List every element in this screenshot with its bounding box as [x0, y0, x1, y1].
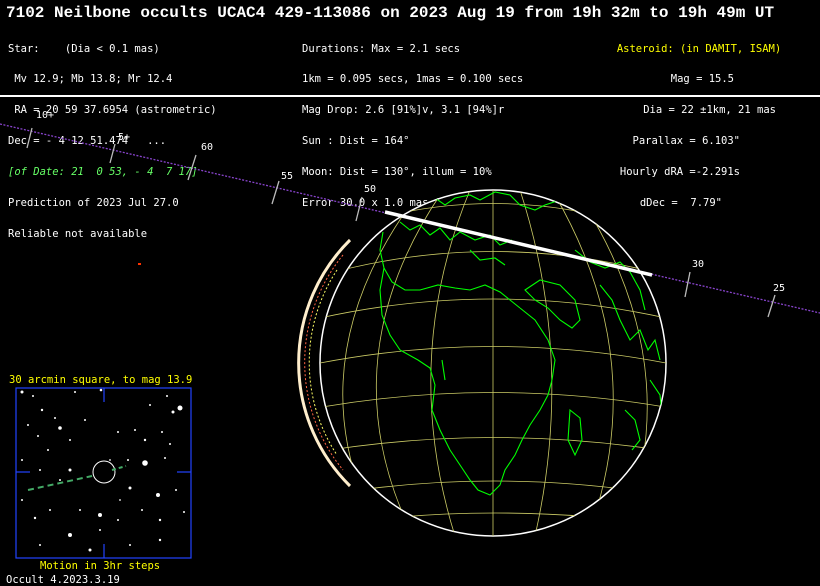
path-label-60: 60 [201, 142, 213, 153]
path-label-25: 25 [773, 283, 785, 294]
occultation-map: 10+ 5+ 60 55 50 30 25 [0, 110, 820, 559]
path-label-55: 55 [281, 171, 293, 182]
path-label-10: 10+ [36, 110, 54, 121]
star-chart-motion-note: Motion in 3hr steps [40, 560, 161, 572]
star-chart-title: 30 arcmin square, to mag 13.9 [9, 374, 193, 386]
star-chart [15, 387, 192, 559]
path-label-50: 50 [364, 184, 376, 195]
earth-globe [297, 189, 667, 537]
path-label-30: 30 [692, 259, 704, 270]
marker-dot [138, 263, 141, 265]
software-version: Occult 4.2023.3.19 [6, 574, 120, 586]
path-label-5: 5+ [118, 132, 130, 143]
field-stars [20, 388, 185, 552]
